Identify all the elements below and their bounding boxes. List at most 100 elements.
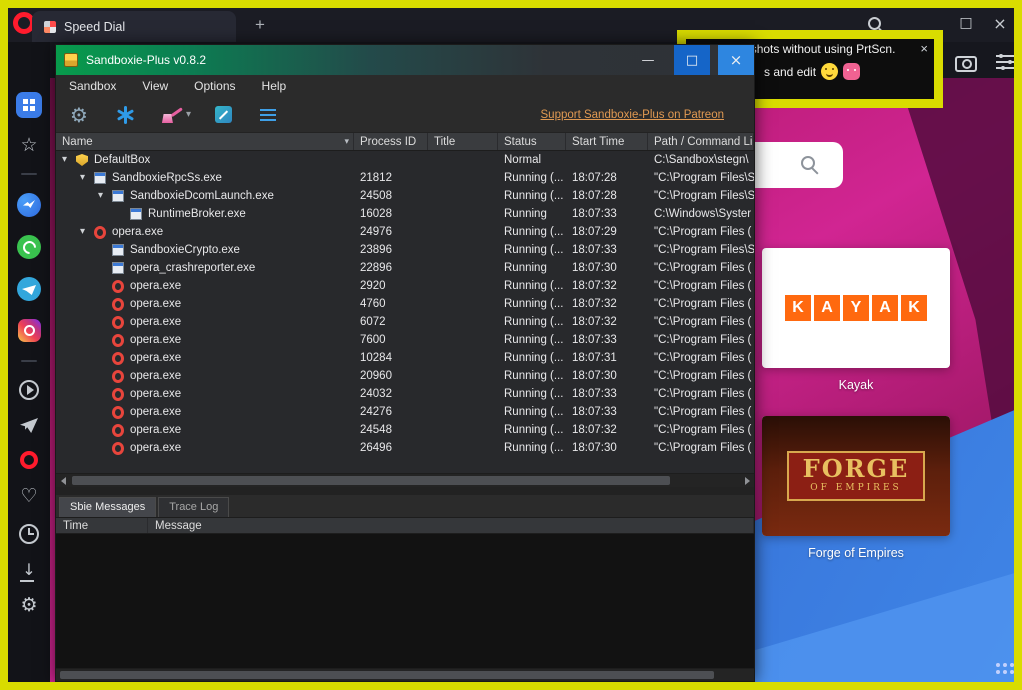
column-header-time[interactable]: Time xyxy=(56,518,148,533)
horizontal-scrollbar[interactable] xyxy=(56,473,754,487)
process-icon xyxy=(112,316,124,329)
kayak-logo-letter: A xyxy=(814,295,840,321)
telegram-icon[interactable] xyxy=(17,277,41,301)
process-id-cell: 21812 xyxy=(354,169,428,187)
process-name: opera.exe xyxy=(130,385,181,403)
patreon-support-link[interactable]: Support Sandboxie-Plus on Patreon xyxy=(541,109,724,121)
messenger-icon[interactable] xyxy=(17,193,41,217)
table-row[interactable]: opera.exe 4760 Running (... 18:07:32 "C:… xyxy=(56,295,754,313)
instagram-icon[interactable] xyxy=(18,319,41,342)
flow-send-icon[interactable] xyxy=(20,418,38,433)
easy-setup-tune-icon[interactable] xyxy=(996,55,1014,69)
column-header-status[interactable]: Status xyxy=(498,133,566,150)
edit-ini-icon[interactable] xyxy=(215,106,236,123)
sort-filter-arrow-icon[interactable] xyxy=(344,137,349,147)
history-clock-icon[interactable] xyxy=(19,524,39,544)
sandboxie-plus-window: Sandboxie-Plus v0.8.2 — □ × Sandbox View… xyxy=(55,44,755,682)
process-path-cell: "C:\Program Files ( xyxy=(648,439,754,457)
player-icon[interactable] xyxy=(19,380,39,400)
downloads-icon[interactable]: ↓ xyxy=(22,562,35,578)
process-id-cell: 22896 xyxy=(354,259,428,277)
table-row[interactable]: opera.exe 20960 Running (... 18:07:30 "C… xyxy=(56,367,754,385)
column-header-path[interactable]: Path / Command Li xyxy=(648,133,754,150)
table-row[interactable]: opera.exe 26496 Running (... 18:07:30 "C… xyxy=(56,439,754,457)
column-header-title[interactable]: Title xyxy=(428,133,498,150)
terminate-all-icon[interactable] xyxy=(116,106,138,124)
bottom-scrollbar[interactable] xyxy=(56,668,754,681)
process-path-cell: "C:\Program Files ( xyxy=(648,403,754,421)
table-row[interactable]: opera_crashreporter.exe 22896 Running 18… xyxy=(56,259,754,277)
column-header-start-time[interactable]: Start Time xyxy=(566,133,648,150)
process-id-cell: 7600 xyxy=(354,331,428,349)
menu-item[interactable]: Help xyxy=(262,79,287,93)
table-row[interactable]: opera.exe 24276 Running (... 18:07:33 "C… xyxy=(56,403,754,421)
sandboxie-title-bar[interactable]: Sandboxie-Plus v0.8.2 — □ × xyxy=(56,45,754,75)
settings-gear-icon[interactable]: ⚙ xyxy=(20,596,37,615)
process-status-cell: Running (... xyxy=(498,223,566,241)
process-start-time-cell: 18:07:33 xyxy=(566,331,648,349)
opera-account-icon[interactable] xyxy=(20,451,38,469)
table-row[interactable]: SandboxieCrypto.exe 23896 Running (... 1… xyxy=(56,241,754,259)
table-row[interactable]: opera.exe 24976 Running (... 18:07:29 "C… xyxy=(56,223,754,241)
process-name-cell: SandboxieCrypto.exe xyxy=(56,241,354,259)
browser-close-button[interactable]: × xyxy=(984,8,1014,38)
table-row[interactable]: opera.exe 24032 Running (... 18:07:33 "C… xyxy=(56,385,754,403)
tree-expander-icon[interactable] xyxy=(62,151,76,169)
bookmarks-star-icon[interactable]: ☆ xyxy=(20,136,37,155)
sandboxie-close-button[interactable]: × xyxy=(718,45,754,75)
whatsapp-icon[interactable] xyxy=(17,235,41,259)
scroll-left-arrow-icon[interactable] xyxy=(56,474,70,488)
scrollbar-thumb[interactable] xyxy=(72,476,670,485)
bottom-tab[interactable]: Sbie Messages xyxy=(59,497,156,517)
cleanup-broom-icon[interactable]: ▾ xyxy=(162,105,191,124)
process-title-cell xyxy=(428,331,498,349)
bottom-tab[interactable]: Trace Log xyxy=(158,497,229,517)
browser-maximize-button[interactable]: □ xyxy=(950,8,982,38)
new-tab-button[interactable]: + xyxy=(248,13,272,37)
popup-close-icon[interactable]: × xyxy=(920,41,928,56)
sidebar-divider-icon[interactable] xyxy=(21,173,37,175)
sandbox-options-icon[interactable]: ⚙ xyxy=(70,105,92,125)
panel-splitter-handle[interactable] xyxy=(56,487,754,495)
dropdown-arrow-icon[interactable]: ▾ xyxy=(186,109,191,120)
column-header-name[interactable]: Name xyxy=(56,133,354,150)
scroll-right-arrow-icon[interactable] xyxy=(740,474,754,488)
sandboxie-maximize-button[interactable]: □ xyxy=(674,45,710,75)
table-row[interactable]: RuntimeBroker.exe 16028 Running 18:07:33… xyxy=(56,205,754,223)
tab-label: Speed Dial xyxy=(64,20,125,34)
sandboxie-minimize-button[interactable]: — xyxy=(630,45,666,75)
tree-expander-icon[interactable] xyxy=(98,187,112,205)
table-row[interactable]: opera.exe 7600 Running (... 18:07:33 "C:… xyxy=(56,331,754,349)
process-path-cell: "C:\Program Files\S xyxy=(648,241,754,259)
table-row[interactable]: opera.exe 24548 Running (... 18:07:32 "C… xyxy=(56,421,754,439)
table-row[interactable]: DefaultBox Normal C:\Sandbox\stegn\ xyxy=(56,151,754,169)
customize-dots-icon[interactable] xyxy=(996,670,1000,674)
browser-search-icon[interactable] xyxy=(868,17,881,30)
menu-item[interactable]: Sandbox xyxy=(69,79,116,93)
menu-item[interactable]: View xyxy=(142,79,168,93)
column-header-message[interactable]: Message xyxy=(148,518,754,533)
tile-forge-of-empires[interactable]: FORGE OF EMPIRES xyxy=(762,416,950,536)
tree-expander-icon[interactable] xyxy=(80,169,94,187)
kayak-logo-letter: A xyxy=(872,295,898,321)
list-view-icon[interactable] xyxy=(260,109,280,121)
column-label: Name xyxy=(62,136,93,148)
table-row[interactable]: SandboxieDcomLaunch.exe 24508 Running (.… xyxy=(56,187,754,205)
process-status-cell: Running xyxy=(498,205,566,223)
snapshot-camera-icon[interactable] xyxy=(955,56,977,72)
table-row[interactable]: opera.exe 2920 Running (... 18:07:32 "C:… xyxy=(56,277,754,295)
table-row[interactable]: opera.exe 10284 Running (... 18:07:31 "C… xyxy=(56,349,754,367)
process-status-cell: Running xyxy=(498,259,566,277)
process-status-cell: Running (... xyxy=(498,277,566,295)
sidebar-divider-icon[interactable] xyxy=(21,360,37,362)
likes-heart-icon[interactable]: ♡ xyxy=(20,487,37,506)
speed-dial-icon[interactable] xyxy=(16,92,42,118)
column-header-process-id[interactable]: Process ID xyxy=(354,133,428,150)
table-row[interactable]: SandboxieRpcSs.exe 21812 Running (... 18… xyxy=(56,169,754,187)
menu-item[interactable]: Options xyxy=(194,79,235,93)
tab-speed-dial[interactable]: Speed Dial xyxy=(32,11,236,42)
tile-kayak[interactable]: K A Y A K xyxy=(762,248,950,368)
scrollbar-thumb[interactable] xyxy=(60,671,714,679)
table-row[interactable]: opera.exe 6072 Running (... 18:07:32 "C:… xyxy=(56,313,754,331)
tree-expander-icon[interactable] xyxy=(80,223,94,241)
